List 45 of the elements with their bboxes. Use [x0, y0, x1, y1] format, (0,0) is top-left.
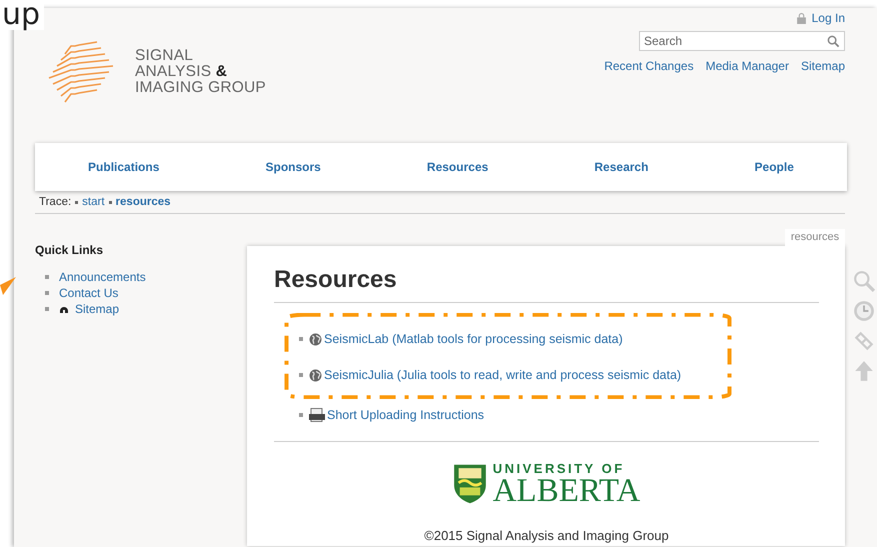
page-title: Resources	[274, 266, 398, 294]
sidebar-link[interactable]: Sitemap	[75, 302, 120, 316]
university-logo: UNIVERSITY OF ALBERTA	[274, 462, 819, 506]
bullet-icon	[45, 307, 49, 311]
breadcrumb-link[interactable]: start	[82, 196, 105, 208]
copyright-text: ©2015 Signal Analysis and Imaging Group	[423, 528, 670, 543]
tool-link[interactable]: Recent Changes	[604, 59, 694, 73]
tool-link[interactable]: Sitemap	[800, 59, 845, 73]
bullet-icon	[45, 291, 49, 295]
bullet-icon	[299, 337, 303, 341]
sidebar-title: Quick Links	[35, 243, 104, 257]
search-icon[interactable]	[853, 270, 875, 292]
login-link[interactable]: Log In	[796, 11, 845, 25]
resource-link[interactable]: SeismicLab (Matlab tools for processing seismic data)	[324, 332, 623, 346]
resource-link[interactable]: SeismicJulia (Julia tools to read, write and process seismic data)	[324, 368, 682, 382]
nav-link[interactable]: Resources	[426, 160, 488, 174]
bullet-icon	[299, 373, 303, 377]
logo-text: SIGNAL	[135, 48, 194, 64]
clock-icon[interactable]	[853, 300, 875, 322]
nav-link[interactable]: Publications	[88, 160, 160, 174]
nav-link[interactable]: Research	[594, 160, 648, 174]
globe-icon	[309, 368, 322, 382]
logo-text: ANALYSIS &	[135, 64, 228, 80]
nav-link[interactable]: Sponsors	[265, 160, 321, 174]
search-input[interactable]: Search	[644, 34, 827, 48]
globe-icon	[309, 332, 322, 346]
up-arrow-icon[interactable]	[853, 360, 875, 382]
sitemap-icon	[59, 304, 69, 314]
breadcrumb-link[interactable]: resources	[116, 196, 171, 208]
bullet-icon	[108, 200, 112, 204]
logo-text: IMAGING GROUP	[135, 80, 266, 96]
sidebar-link[interactable]: Announcements	[59, 270, 146, 284]
resource-link[interactable]: Short Uploading Instructions	[327, 408, 484, 422]
search-icon[interactable]	[827, 34, 840, 48]
bullet-icon	[75, 200, 78, 204]
arrow-head	[0, 277, 16, 295]
bullet-icon	[45, 275, 49, 279]
search-field[interactable]: Search	[639, 31, 845, 51]
nav-link[interactable]: People	[754, 160, 794, 174]
breadcrumb-label: Trace:	[39, 196, 72, 208]
tool-link[interactable]: Media Manager	[706, 59, 789, 73]
lock-icon	[796, 12, 807, 24]
sidebar-link[interactable]: Contact Us	[59, 286, 118, 300]
bullet-icon	[299, 413, 303, 417]
link-icon[interactable]	[853, 330, 875, 352]
